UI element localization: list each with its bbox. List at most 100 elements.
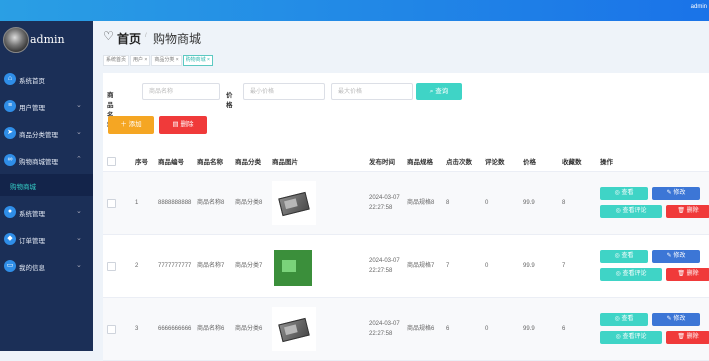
sidebar-item-label: 商品分类管理 xyxy=(19,132,58,139)
cell-spec: 商品规格7 xyxy=(403,234,442,298)
sidebar-item-label: 用户管理 xyxy=(19,105,45,112)
query-button[interactable]: ⌕ 查询 xyxy=(416,83,462,100)
heart-icon: ♡ xyxy=(103,29,114,43)
cell-index: 3 xyxy=(131,297,154,361)
view-button[interactable]: ◎ 查看 xyxy=(600,313,648,326)
send-icon: ➤ xyxy=(4,127,16,139)
tag-users[interactable]: 用户 × xyxy=(130,55,151,66)
chevron-down-icon: ⌄ xyxy=(76,129,82,136)
row-checkbox[interactable] xyxy=(107,324,116,334)
view-reviews-button[interactable]: ◎ 查看评论 xyxy=(600,205,662,218)
cell-price: 99.9 xyxy=(519,297,558,361)
sidebar-item-profile[interactable]: ▭ 我的信息 ⌄ xyxy=(0,253,93,280)
plus-icon: ＋ xyxy=(120,121,129,128)
cell-actions: ◎ 查看 ✎ 修改 ◎ 查看评论 🗑 删除 xyxy=(596,297,709,361)
tag-categories[interactable]: 商品分类 × xyxy=(151,55,182,66)
edit-button[interactable]: ✎ 修改 xyxy=(652,313,700,326)
table-row[interactable]: 1 8888888888 商品名称8 商品分类8 2024-03-07 22:2… xyxy=(103,171,709,235)
sidebar-item-system[interactable]: ● 系统管理 ⌄ xyxy=(0,199,93,226)
header-category: 商品分类 xyxy=(231,151,268,172)
tag-bar: 系统首页 用户 × 商品分类 × 购物商城 × xyxy=(103,55,214,67)
brand-name: admin xyxy=(30,33,65,46)
row-select[interactable] xyxy=(103,171,131,235)
row-select[interactable] xyxy=(103,234,131,298)
add-button[interactable]: ＋ 添加 xyxy=(108,116,154,134)
chip-image xyxy=(278,191,310,217)
view-reviews-button[interactable]: ◎ 查看评论 xyxy=(600,331,662,344)
price-label: 价格 xyxy=(226,92,233,109)
chevron-down-icon: ⌄ xyxy=(76,235,82,242)
sidebar-item-home[interactable]: ⌂ 系统首页 xyxy=(0,66,93,93)
cell-image xyxy=(268,171,365,235)
delete-button[interactable]: 🗑 删除 xyxy=(666,331,709,344)
sidebar-item-users[interactable]: ≡ 用户管理 ⌄ xyxy=(0,93,93,120)
cell-favorites: 8 xyxy=(558,171,596,235)
header-code: 商品编号 xyxy=(154,151,193,172)
sidebar-item-categories[interactable]: ➤ 商品分类管理 ⌄ xyxy=(0,120,93,147)
cell-name: 商品名称7 xyxy=(193,234,231,298)
content-panel: 商品名称 商品名称 价格 最小价格 最大价格 ⌕ 查询 ＋ 添加 ▤ 删除 序号 xyxy=(103,73,709,361)
cell-index: 2 xyxy=(131,234,154,298)
sidebar-item-label: 我的信息 xyxy=(19,265,45,272)
cell-code: 8888888888 xyxy=(154,171,193,235)
row-select[interactable] xyxy=(103,297,131,361)
view-button[interactable]: ◎ 查看 xyxy=(600,187,648,200)
top-bar: admin xyxy=(0,0,709,21)
cell-time: 2024-03-07 22:27:58 xyxy=(365,171,403,235)
cell-actions: ◎ 查看 ✎ 修改 ◎ 查看评论 🗑 删除 xyxy=(596,234,709,298)
product-image[interactable] xyxy=(272,244,316,288)
sidebar-item-label: 系统首页 xyxy=(19,78,45,85)
add-label: 添加 xyxy=(128,121,142,128)
cell-comments: 0 xyxy=(481,297,519,361)
page-header: ♡ 首页 / 购物商城 xyxy=(93,21,709,52)
select-all-checkbox[interactable] xyxy=(107,156,116,166)
bulk-delete-button[interactable]: ▤ 删除 xyxy=(159,116,207,134)
name-input[interactable]: 商品名称 xyxy=(142,83,220,100)
card-icon: ▭ xyxy=(4,260,16,272)
home-icon: ⌂ xyxy=(4,73,16,85)
header-name: 商品名称 xyxy=(193,151,231,172)
max-price-input[interactable]: 最大价格 xyxy=(331,83,413,100)
person-icon: ● xyxy=(4,206,16,218)
tag-home[interactable]: 系统首页 xyxy=(103,55,130,66)
edit-button[interactable]: ✎ 修改 xyxy=(652,250,700,263)
row-checkbox[interactable] xyxy=(107,261,116,271)
product-image[interactable] xyxy=(272,181,316,225)
shield-icon: ◆ xyxy=(4,233,16,245)
min-price-input[interactable]: 最小价格 xyxy=(243,83,325,100)
header-comments: 评论数 xyxy=(481,151,519,172)
query-label: 查询 xyxy=(435,88,449,95)
tag-mall[interactable]: 购物商城 × xyxy=(182,55,213,66)
menu-list-icon: ≡ xyxy=(4,100,16,112)
table-row[interactable]: 2 7777777777 商品名称7 商品分类7 2024-03-07 22:2… xyxy=(103,234,709,298)
cell-comments: 0 xyxy=(481,171,519,235)
edit-button[interactable]: ✎ 修改 xyxy=(652,187,700,200)
row-checkbox[interactable] xyxy=(107,198,116,208)
sidebar-item-mall[interactable]: ∞ 购物商城管理 ⌃ xyxy=(0,147,93,174)
sidebar-item-label: 系统管理 xyxy=(19,211,45,218)
header-image: 商品图片 xyxy=(268,151,365,172)
header-actions: 操作 xyxy=(596,151,709,172)
header-favorites: 收藏数 xyxy=(558,151,596,172)
chip-image xyxy=(278,317,310,343)
sidebar-item-orders[interactable]: ◆ 订单管理 ⌄ xyxy=(0,226,93,253)
sidebar-subitem-mall[interactable]: 购物商城 xyxy=(0,174,93,196)
chevron-down-icon: ⌄ xyxy=(76,208,82,215)
delete-label: 删除 xyxy=(180,121,194,128)
top-user-name[interactable]: admin xyxy=(691,4,707,10)
cell-image xyxy=(268,234,365,298)
breadcrumb-home[interactable]: 首页 xyxy=(117,30,141,47)
main-content: ♡ 首页 / 购物商城 系统首页用户 ×商品分类 ×购物商城 × 商品名称 商品… xyxy=(93,21,709,361)
header-spec: 商品规格 xyxy=(403,151,442,172)
view-reviews-button[interactable]: ◎ 查看评论 xyxy=(600,268,662,281)
header-select[interactable] xyxy=(103,151,131,172)
cell-favorites: 6 xyxy=(558,297,596,361)
product-image[interactable] xyxy=(272,307,316,351)
delete-button[interactable]: 🗑 删除 xyxy=(666,268,709,281)
view-button[interactable]: ◎ 查看 xyxy=(600,250,648,263)
table-row[interactable]: 3 6666666666 商品名称6 商品分类6 2024-03-07 22:2… xyxy=(103,297,709,361)
delete-button[interactable]: 🗑 删除 xyxy=(666,205,709,218)
header-price: 价格 xyxy=(519,151,558,172)
cell-time: 2024-03-07 22:27:58 xyxy=(365,297,403,361)
cell-clicks: 7 xyxy=(442,234,481,298)
